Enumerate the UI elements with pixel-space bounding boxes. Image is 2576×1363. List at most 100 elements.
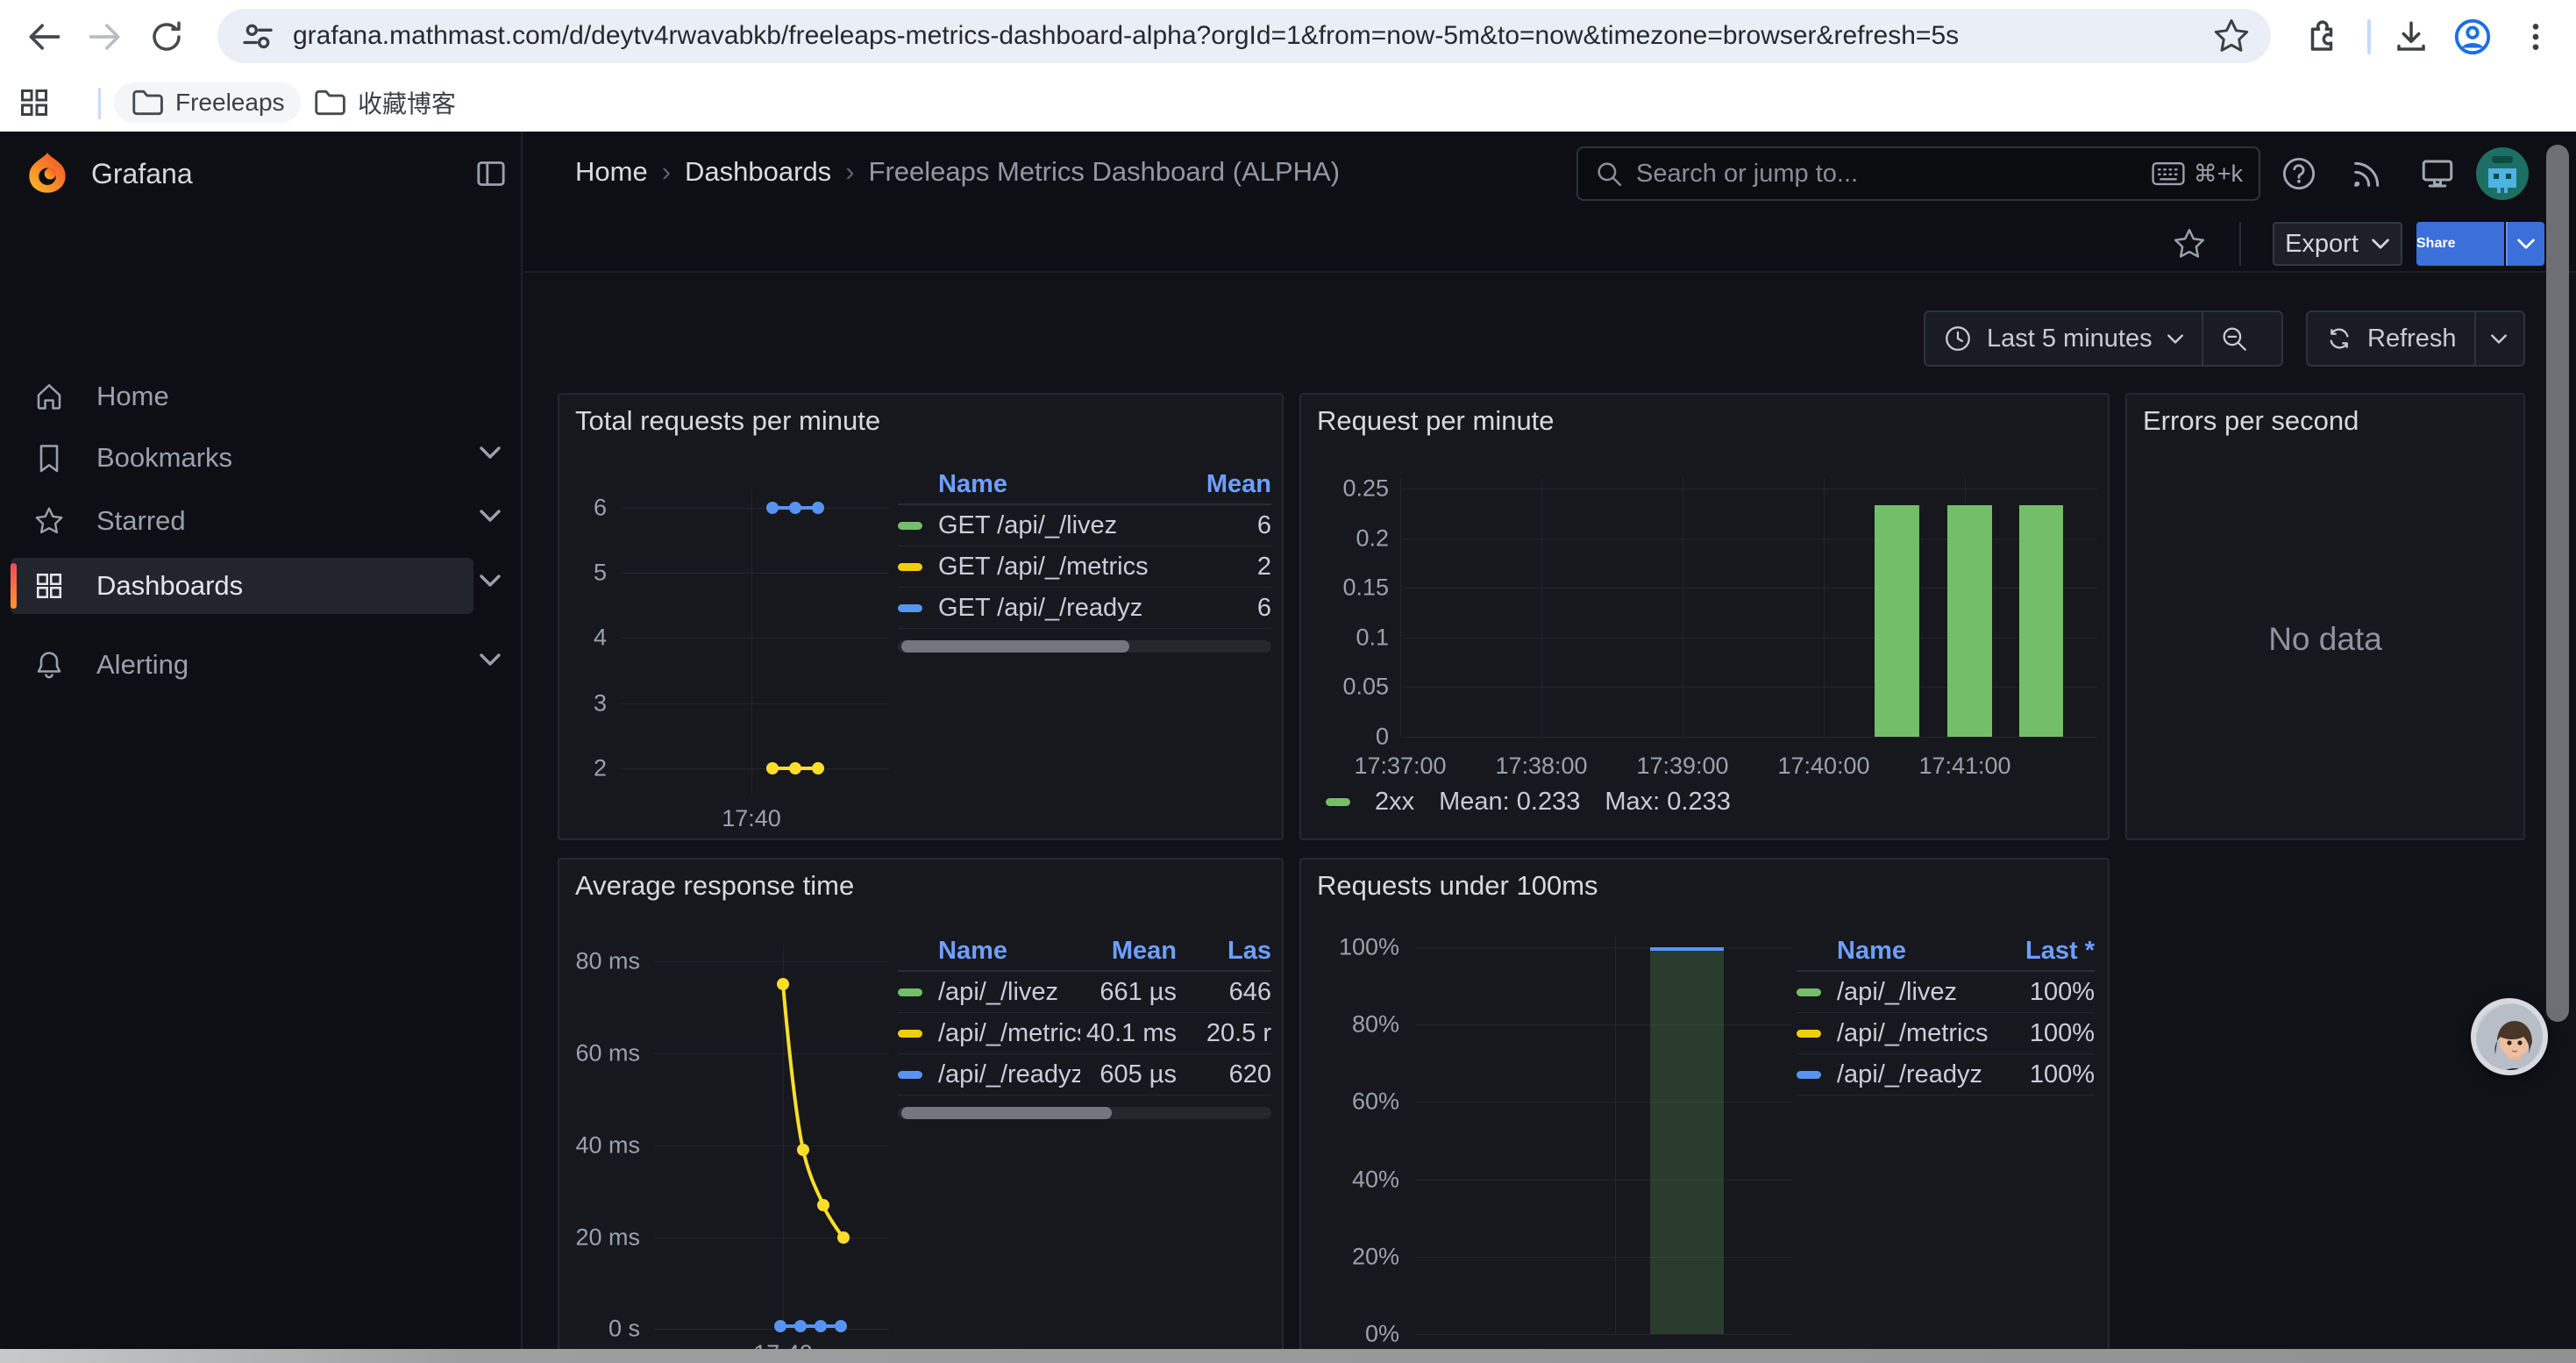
- legend-header-last[interactable]: Las: [1177, 937, 1271, 966]
- series-name[interactable]: /api/_/readyz: [938, 1060, 1080, 1089]
- search-input[interactable]: Search or jump to... ⌘+k: [1576, 146, 2260, 201]
- bookmark-star-icon[interactable]: [2213, 18, 2250, 54]
- sidebar-item-label: Alerting: [96, 649, 473, 681]
- x-tick: 17:41:00: [1918, 753, 2010, 780]
- sidebar-item-home[interactable]: Home: [11, 368, 473, 425]
- legend-row[interactable]: GET /api/_/metrics 2: [898, 546, 1271, 588]
- star-icon: [33, 505, 65, 537]
- browser-back-button[interactable]: [19, 12, 68, 61]
- help-button[interactable]: [2276, 151, 2322, 196]
- chevron-down-icon[interactable]: [479, 653, 503, 667]
- zoom-out-time-button[interactable]: [2203, 312, 2265, 365]
- legend-header-last[interactable]: Last *: [1998, 937, 2095, 966]
- export-button[interactable]: Export: [2273, 222, 2402, 266]
- profile-button[interactable]: [2448, 12, 2497, 61]
- url-bar[interactable]: grafana.mathmast.com/d/deytv4rwavabkb/fr…: [217, 9, 2271, 63]
- legend-row[interactable]: GET /api/_/readyz 6: [898, 588, 1271, 629]
- legend-hscrollbar[interactable]: [898, 640, 1271, 653]
- legend-header-name[interactable]: Name: [938, 470, 1192, 499]
- series-mean: 605 µs: [1080, 1060, 1177, 1089]
- page-scrollbar-thumb[interactable]: [2546, 145, 2569, 1022]
- y-tick: 0%: [1317, 1321, 1399, 1348]
- sidebar-collapse-button[interactable]: [473, 156, 509, 196]
- series-name[interactable]: /api/_/metrics: [1837, 1019, 1998, 1048]
- legend-hscrollbar[interactable]: [898, 1107, 1271, 1119]
- series-name[interactable]: /api/_/readyz: [1837, 1060, 1998, 1089]
- series-mean: Mean: 0.233: [1439, 788, 1580, 817]
- series-color-pill: [898, 522, 922, 530]
- legend-row[interactable]: /api/_/readyz 605 µs 620: [898, 1054, 1271, 1095]
- sidebar-item-bookmarks[interactable]: Bookmarks: [11, 430, 473, 486]
- bar-2xx[interactable]: [1875, 505, 1919, 737]
- series-name[interactable]: /api/_/metrics: [938, 1019, 1080, 1048]
- toolbar-divider: [2239, 222, 2241, 266]
- series-mean: 6: [1192, 594, 1271, 623]
- bar-2xx[interactable]: [1947, 505, 1992, 737]
- legend-inline[interactable]: 2xx Mean: 0.233 Max: 0.233: [1326, 788, 1731, 817]
- keyboard-icon: [2152, 161, 2185, 186]
- user-avatar[interactable]: [2476, 147, 2529, 200]
- breadcrumb-home[interactable]: Home: [575, 156, 648, 188]
- grafana-logo[interactable]: [25, 151, 70, 196]
- news-rss-button[interactable]: [2345, 151, 2390, 196]
- time-range-picker[interactable]: Last 5 minutes: [1925, 312, 2202, 365]
- legend-row[interactable]: /api/_/metrics 100%: [1797, 1013, 2095, 1054]
- bar-2xx[interactable]: [2019, 505, 2063, 737]
- browser-menu-button[interactable]: [2511, 12, 2560, 61]
- monitor-icon: [2419, 155, 2456, 192]
- sidebar-item-alerting[interactable]: Alerting: [11, 637, 473, 693]
- chevron-down-icon[interactable]: [479, 574, 503, 588]
- chevron-down-icon[interactable]: [479, 509, 503, 523]
- legend-header-name[interactable]: Name: [1837, 937, 1998, 966]
- legend-row[interactable]: /api/_/livez 100%: [1797, 972, 2095, 1013]
- panel-title[interactable]: Requests under 100ms: [1317, 870, 1598, 902]
- share-button[interactable]: Share: [2416, 222, 2504, 266]
- chevron-down-icon[interactable]: [479, 446, 503, 460]
- series-name[interactable]: 2xx: [1375, 788, 1414, 817]
- legend-row[interactable]: GET /api/_/livez 6: [898, 505, 1271, 546]
- avatar-pixel-art: [2476, 147, 2529, 200]
- extensions-button[interactable]: [2297, 12, 2346, 61]
- panel-title[interactable]: Request per minute: [1317, 405, 1555, 437]
- panel-title[interactable]: Errors per second: [2143, 405, 2359, 437]
- browser-forward-button[interactable]: [81, 12, 130, 61]
- bookmark-folder-freeleaps[interactable]: Freeleaps: [114, 82, 301, 123]
- legend-header-mean[interactable]: Mean: [1192, 470, 1271, 499]
- browser-reload-button[interactable]: [142, 12, 191, 61]
- series-name[interactable]: GET /api/_/livez: [938, 511, 1192, 540]
- search-shortcut: ⌘+k: [2152, 161, 2243, 188]
- bookmark-folder-blogs[interactable]: 收藏博客: [296, 82, 472, 123]
- series-name[interactable]: GET /api/_/readyz: [938, 594, 1192, 623]
- share-menu-button[interactable]: [2506, 222, 2544, 266]
- legend-row[interactable]: /api/_/readyz 100%: [1797, 1054, 2095, 1095]
- bookmarks-divider: [98, 88, 101, 119]
- area-bar-100pct[interactable]: [1650, 947, 1724, 1334]
- chevron-down-icon: [2490, 333, 2508, 345]
- sidebar-item-starred[interactable]: Starred: [11, 493, 473, 549]
- series-last: 100%: [1998, 1019, 2095, 1048]
- downloads-button[interactable]: [2387, 12, 2436, 61]
- apps-grid-button[interactable]: [12, 81, 56, 125]
- series-name[interactable]: /api/_/livez: [1837, 978, 1998, 1007]
- legend-header: Name Mean Las: [898, 931, 1271, 972]
- legend-header-mean[interactable]: Mean: [1080, 937, 1177, 966]
- legend-row[interactable]: /api/_/metrics 40.1 ms 20.5 r: [898, 1013, 1271, 1054]
- series-mean: 40.1 ms: [1080, 1019, 1177, 1048]
- scrollbar-thumb[interactable]: [901, 640, 1129, 653]
- display-kiosk-button[interactable]: [2415, 151, 2460, 196]
- floating-assistant-avatar[interactable]: [2471, 998, 2548, 1075]
- legend-row[interactable]: /api/_/livez 661 µs 646: [898, 972, 1271, 1013]
- site-info-icon[interactable]: [240, 18, 275, 54]
- series-color-pill: [1797, 1030, 1821, 1038]
- legend-header-name[interactable]: Name: [938, 937, 1080, 966]
- refresh-button[interactable]: Refresh: [2308, 312, 2474, 365]
- refresh-interval-button[interactable]: [2476, 312, 2522, 365]
- scrollbar-thumb[interactable]: [901, 1107, 1112, 1119]
- favorite-dashboard-button[interactable]: [2169, 224, 2210, 264]
- apps-grid-icon: [18, 87, 50, 118]
- panel-average-response-time: Average response time 80 ms 60 ms 40 ms …: [558, 858, 1284, 1351]
- series-name[interactable]: GET /api/_/metrics: [938, 553, 1192, 582]
- sidebar-item-dashboards[interactable]: Dashboards: [11, 558, 473, 614]
- breadcrumb-dashboards[interactable]: Dashboards: [685, 156, 831, 188]
- series-name[interactable]: /api/_/livez: [938, 978, 1080, 1007]
